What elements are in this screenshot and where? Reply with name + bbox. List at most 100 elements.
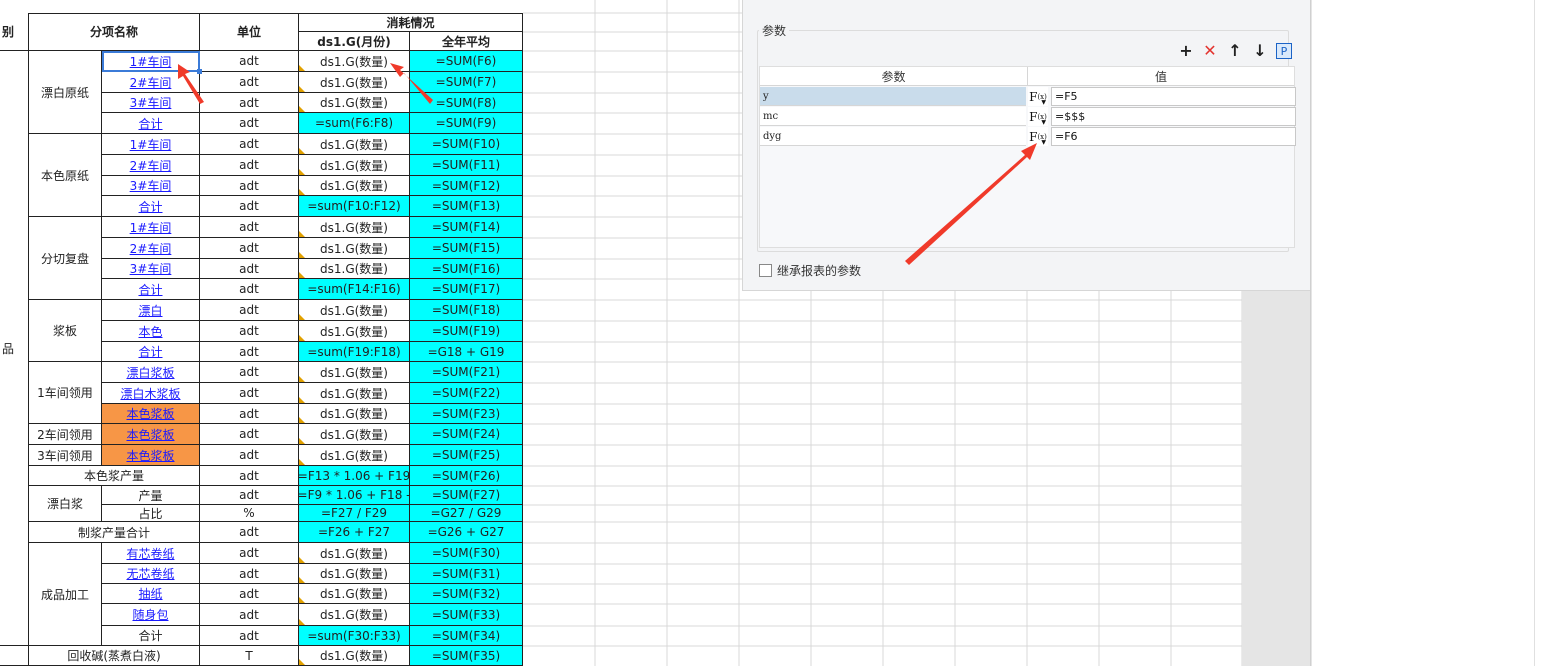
param-table[interactable]: 参数 值 y F (x) ▼ =F5 mc F (x) ▼ =$$$ dyg F (x) ▼ =F6 (759, 66, 1296, 248)
param-name-cell[interactable]: dyg (760, 127, 1026, 146)
year-avg-cell[interactable]: =SUM(F32) (410, 584, 523, 604)
unit-cell[interactable]: adt (200, 196, 299, 217)
year-avg-cell[interactable]: =SUM(F18) (410, 300, 523, 321)
item-cell[interactable]: 占比 (102, 505, 200, 522)
item-cell[interactable]: 3#车间 (102, 176, 200, 196)
unit-cell[interactable]: adt (200, 445, 299, 466)
year-avg-cell[interactable]: =SUM(F6) (410, 51, 523, 72)
year-avg-cell[interactable]: =SUM(F8) (410, 93, 523, 113)
checkbox-box[interactable] (759, 264, 772, 277)
formula-cell[interactable]: ds1.G(数量) (299, 300, 410, 321)
formula-cell[interactable]: =sum(F14:F16) (299, 279, 410, 300)
year-avg-cell[interactable]: =SUM(F12) (410, 176, 523, 196)
group-label-cell[interactable]: 漂白浆 (29, 486, 102, 522)
formula-cell[interactable]: ds1.G(数量) (299, 362, 410, 383)
formula-fx-icon[interactable]: F (x) ▼ (1028, 127, 1048, 146)
header-name-cell[interactable]: 分项名称 (29, 13, 200, 51)
formula-cell[interactable]: =sum(F10:F12) (299, 196, 410, 217)
add-param-icon[interactable]: + (1177, 41, 1195, 60)
year-avg-cell[interactable]: =SUM(F22) (410, 383, 523, 404)
unit-cell[interactable]: adt (200, 486, 299, 505)
unit-cell[interactable]: adt (200, 113, 299, 134)
item-cell[interactable]: 合计 (102, 196, 200, 217)
dropdown-caret-icon[interactable]: ▼ (1041, 139, 1046, 146)
formula-cell[interactable]: ds1.G(数量) (299, 134, 410, 155)
year-avg-cell[interactable]: =SUM(F16) (410, 259, 523, 279)
year-avg-cell[interactable]: =SUM(F9) (410, 113, 523, 134)
item-cell[interactable]: 合计 (102, 279, 200, 300)
formula-fx-icon[interactable]: F (x) ▼ (1028, 107, 1048, 126)
formula-cell[interactable]: ds1.G(数量) (299, 383, 410, 404)
unit-cell[interactable]: adt (200, 404, 299, 424)
unit-cell[interactable]: adt (200, 51, 299, 72)
unit-cell[interactable]: adt (200, 259, 299, 279)
year-avg-cell[interactable]: =G18 + G19 (410, 342, 523, 362)
unit-cell[interactable]: adt (200, 300, 299, 321)
item-cell[interactable]: 2#车间 (102, 238, 200, 259)
group-label-cell[interactable]: 成品加工 (29, 543, 102, 646)
formula-cell[interactable]: ds1.G(数量) (299, 93, 410, 113)
item-cell[interactable]: 有芯卷纸 (102, 543, 200, 564)
unit-cell[interactable]: adt (200, 176, 299, 196)
item-cell[interactable]: 产量 (102, 486, 200, 505)
year-avg-cell[interactable]: =SUM(F30) (410, 543, 523, 564)
unit-cell[interactable]: adt (200, 383, 299, 404)
item-cell[interactable]: 合计 (102, 342, 200, 362)
item-cell[interactable]: 3#车间 (102, 259, 200, 279)
group-label-cell[interactable]: 漂白原纸 (29, 51, 102, 134)
unit-cell[interactable]: adt (200, 424, 299, 445)
group-label-cell[interactable]: 回收碱(蒸煮白液) (29, 646, 200, 666)
move-up-icon[interactable]: ↑ (1226, 41, 1244, 60)
group-label-cell[interactable]: 分切复盘 (29, 217, 102, 300)
formula-cell[interactable]: =F9 * 1.06 + F18 - (299, 486, 410, 505)
formula-cell[interactable]: ds1.G(数量) (299, 584, 410, 604)
group-label-cell[interactable]: 2车间领用 (29, 424, 102, 445)
unit-cell[interactable]: adt (200, 522, 299, 543)
item-cell[interactable]: 2#车间 (102, 72, 200, 93)
unit-cell[interactable]: adt (200, 342, 299, 362)
param-name-cell[interactable]: y (760, 87, 1026, 106)
formula-cell[interactable]: =F13 * 1.06 + F19 (299, 466, 410, 486)
delete-param-icon[interactable]: ✕ (1201, 41, 1219, 60)
year-avg-cell[interactable]: =SUM(F35) (410, 646, 523, 666)
year-avg-cell[interactable]: =SUM(F34) (410, 626, 523, 646)
unit-cell[interactable]: adt (200, 543, 299, 564)
item-cell[interactable]: 漂白木浆板 (102, 383, 200, 404)
year-avg-cell[interactable]: =SUM(F27) (410, 486, 523, 505)
selection-handle[interactable] (197, 69, 202, 74)
formula-cell[interactable]: ds1.G(数量) (299, 564, 410, 584)
param-name-cell[interactable]: mc (760, 107, 1026, 126)
formula-fx-icon[interactable]: F (x) ▼ (1028, 87, 1048, 106)
item-cell[interactable]: 本色浆板 (102, 424, 200, 445)
year-avg-cell[interactable]: =G26 + G27 (410, 522, 523, 543)
year-avg-cell[interactable]: =SUM(F25) (410, 445, 523, 466)
param-p-icon[interactable]: P (1276, 43, 1292, 59)
formula-cell[interactable]: ds1.G(数量) (299, 604, 410, 626)
formula-cell[interactable]: ds1.G(数量) (299, 176, 410, 196)
formula-cell[interactable]: ds1.G(数量) (299, 445, 410, 466)
item-cell[interactable]: 合计 (102, 626, 200, 646)
formula-cell[interactable]: =F26 + F27 (299, 522, 410, 543)
formula-cell[interactable]: ds1.G(数量) (299, 321, 410, 342)
inherit-params-checkbox[interactable]: 继承报表的参数 (759, 262, 861, 279)
formula-cell[interactable]: ds1.G(数量) (299, 404, 410, 424)
item-cell[interactable]: 漂白浆板 (102, 362, 200, 383)
unit-cell[interactable]: T (200, 646, 299, 666)
group-label-cell[interactable]: 3车间领用 (29, 445, 102, 466)
unit-cell[interactable]: adt (200, 466, 299, 486)
formula-cell[interactable]: =sum(F30:F33) (299, 626, 410, 646)
unit-cell[interactable]: adt (200, 321, 299, 342)
item-cell[interactable]: 漂白 (102, 300, 200, 321)
unit-cell[interactable]: % (200, 505, 299, 522)
group-label-cell[interactable]: 1车间领用 (29, 362, 102, 424)
item-cell[interactable]: 2#车间 (102, 155, 200, 176)
unit-cell[interactable]: adt (200, 584, 299, 604)
formula-cell[interactable]: ds1.G(数量) (299, 217, 410, 238)
item-cell[interactable]: 随身包 (102, 604, 200, 626)
group-label-cell[interactable]: 制浆产量合计 (29, 522, 200, 543)
formula-cell[interactable]: =sum(F6:F8) (299, 113, 410, 134)
unit-cell[interactable]: adt (200, 93, 299, 113)
header-month-cell[interactable]: ds1.G(月份) (299, 32, 410, 51)
header-year-avg-cell[interactable]: 全年平均 (410, 32, 523, 51)
year-avg-cell[interactable]: =SUM(F21) (410, 362, 523, 383)
